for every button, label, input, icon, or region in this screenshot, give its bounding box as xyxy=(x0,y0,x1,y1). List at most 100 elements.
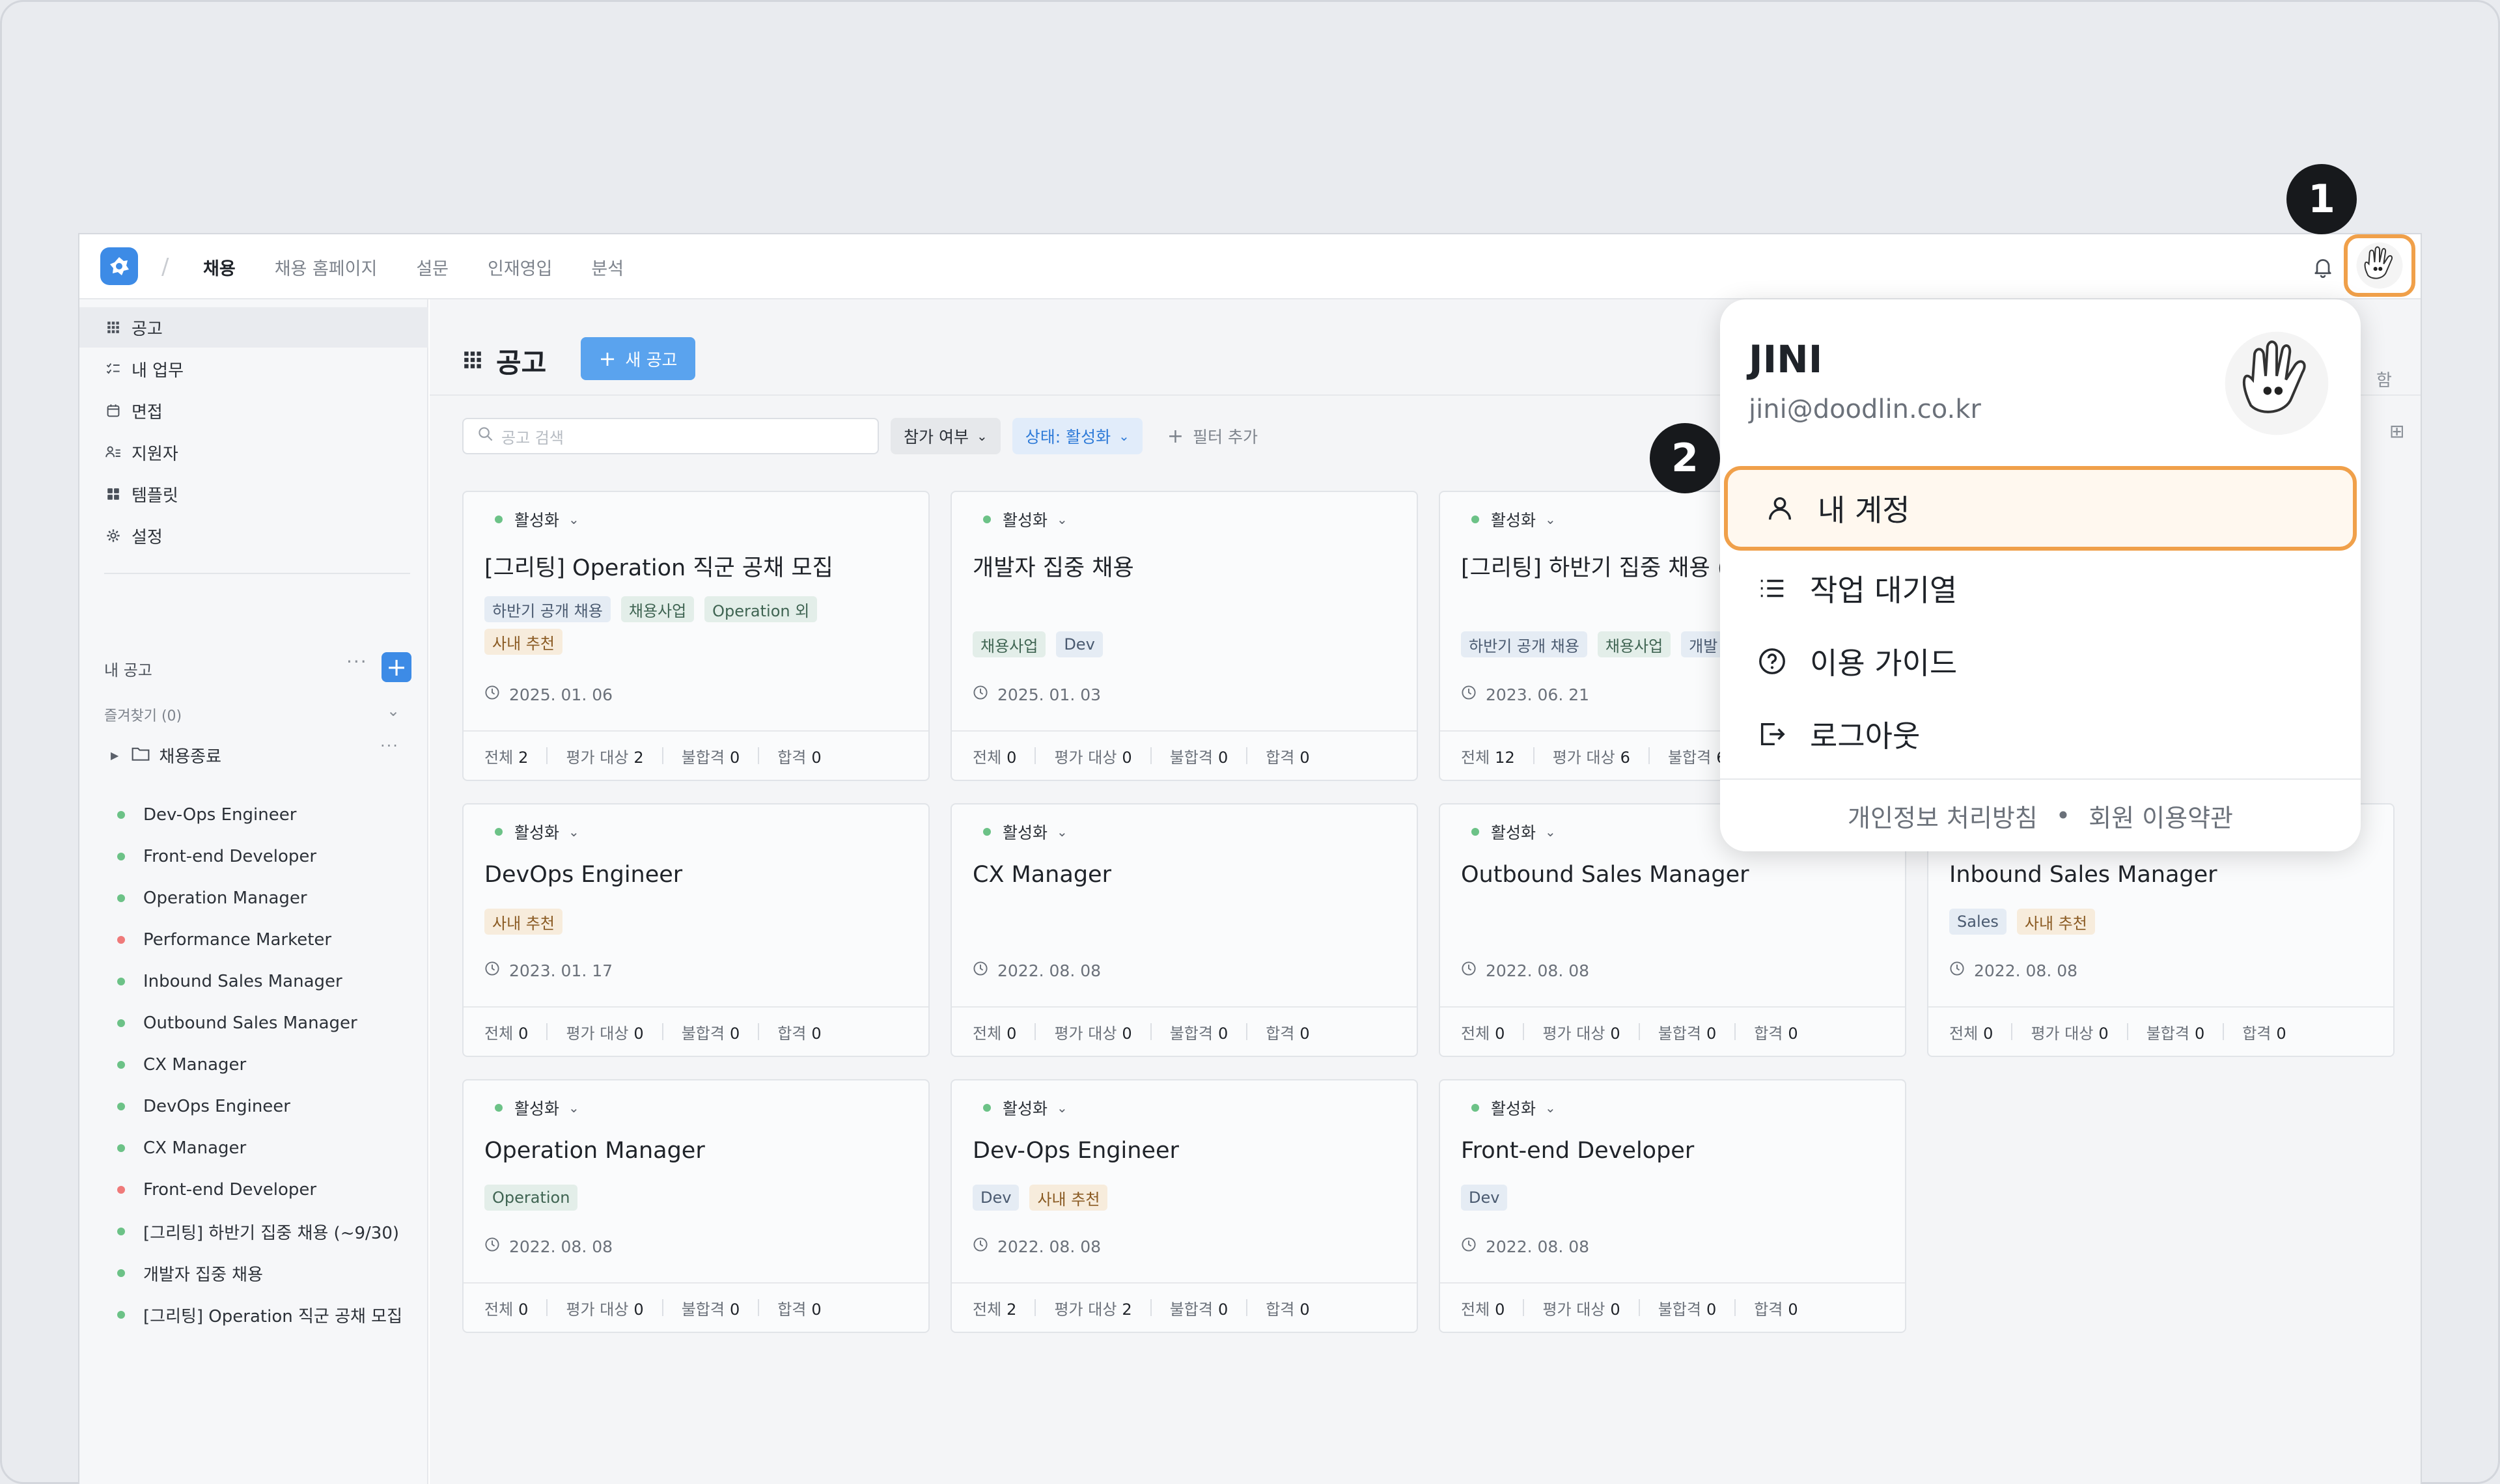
nav-tab-career-site[interactable]: 채용 홈페이지 xyxy=(275,254,378,280)
filter-status-dropdown[interactable]: 상태: 활성화 ⌄ xyxy=(1012,418,1143,454)
new-job-button[interactable]: + 새 공고 xyxy=(581,337,695,380)
privacy-policy-link[interactable]: 개인정보 처리방침 xyxy=(1848,798,2038,834)
job-card[interactable]: 활성화 ⌄ 개발자 집중 채용 채용사업 Dev 2025. 01. 03 전체 0 평가 대상… xyxy=(951,491,1418,781)
chevron-down-icon[interactable]: ⌄ xyxy=(387,702,400,720)
menu-item-logout[interactable]: 로그아웃 xyxy=(1720,698,2361,771)
sidebar-job-item[interactable]: Inbound Sales Manager xyxy=(104,961,402,1002)
job-card[interactable]: 활성화 ⌄ DevOps Engineer 사내 추천 2023. 01. 17 전체 0 평… xyxy=(462,803,930,1057)
add-filter-button[interactable]: + 필터 추가 xyxy=(1154,418,1271,454)
status-dropdown[interactable]: 활성화 ⌄ xyxy=(495,820,579,844)
nav-tab-analytics[interactable]: 분석 xyxy=(591,254,624,280)
job-card[interactable]: 활성화 ⌄ Dev-Ops Engineer Dev 사내 추천 2022. 08. 08… xyxy=(951,1079,1418,1333)
tag-list: 사내 추천 xyxy=(484,909,901,935)
stat-value: 0 xyxy=(729,1024,740,1043)
dropdown-footer: 개인정보 처리방침 • 회원 이용약관 xyxy=(1720,778,2361,851)
user-avatar-button[interactable] xyxy=(2344,234,2415,297)
sidebar-job-item[interactable]: Dev-Ops Engineer xyxy=(104,794,402,836)
status-dot xyxy=(117,1186,125,1194)
status-dropdown[interactable]: 활성화 ⌄ xyxy=(983,820,1068,844)
folder-closed-jobs[interactable]: ▶ 채용종료 xyxy=(104,743,221,767)
sidebar-job-item[interactable]: Front-end Developer xyxy=(104,836,402,877)
job-card-stats: 전체 0 평가 대상 0 불합격 0 합격 0 xyxy=(1440,1006,1905,1056)
status-dot xyxy=(117,1061,125,1069)
sidebar-job-item[interactable]: DevOps Engineer xyxy=(104,1086,402,1127)
sidebar-item-my-tasks[interactable]: 내 업무 xyxy=(79,349,428,389)
nav-tab-sourcing[interactable]: 인재영입 xyxy=(488,254,552,280)
stat-value: 0 xyxy=(729,1300,740,1319)
sidebar-item-label: 지원자 xyxy=(132,444,178,464)
job-card-date: 2022. 08. 08 xyxy=(973,1237,1101,1256)
nav-tab-recruit[interactable]: 채용 xyxy=(203,254,236,280)
calendar-icon xyxy=(104,402,122,420)
sidebar-job-item[interactable]: [그리팅] Operation 직군 공채 모집 xyxy=(104,1294,402,1336)
stat-divider xyxy=(1638,1299,1640,1316)
sidebar-job-item[interactable]: CX Manager xyxy=(104,1127,402,1169)
sidebar-job-item[interactable]: Front-end Developer xyxy=(104,1169,402,1211)
chevron-down-icon: ⌄ xyxy=(1545,1100,1556,1116)
stat-eval: 평가 대상 2 xyxy=(566,745,643,767)
status-dropdown[interactable]: 활성화 ⌄ xyxy=(983,1096,1068,1120)
menu-item-task-queue[interactable]: 작업 대기열 xyxy=(1720,552,2361,625)
sidebar-job-item[interactable]: Performance Marketer xyxy=(104,919,402,961)
status-dropdown[interactable]: 활성화 ⌄ xyxy=(495,508,579,531)
hand-avatar-icon xyxy=(2356,242,2403,289)
stat-label: 합격 xyxy=(1754,1024,1783,1043)
job-card-stats: 전체 0 평가 대상 0 불합격 0 합격 0 xyxy=(464,1282,928,1332)
status-dropdown[interactable]: 활성화 ⌄ xyxy=(1471,508,1556,531)
clock-icon xyxy=(1461,685,1477,704)
menu-item-label: 작업 대기열 xyxy=(1810,573,1958,608)
job-card[interactable]: 활성화 ⌄ CX Manager 2022. 08. 08 전체 0 평가 대상 0 불합격 0 합… xyxy=(951,803,1418,1057)
stat-eval: 평가 대상 6 xyxy=(1553,745,1630,767)
sidebar-job-item[interactable]: Outbound Sales Manager xyxy=(104,1002,402,1044)
sidebar-item-applicants[interactable]: 지원자 xyxy=(79,432,428,473)
stat-total: 전체 2 xyxy=(484,745,528,767)
status-dropdown[interactable]: 활성화 ⌄ xyxy=(1471,820,1556,844)
job-card[interactable]: 활성화 ⌄ Operation Manager Operation 2022. 08. … xyxy=(462,1079,930,1333)
folder-more-icon[interactable]: ··· xyxy=(380,737,399,755)
sidebar-item-label: 내 업무 xyxy=(132,361,184,381)
stat-total: 전체 0 xyxy=(484,1297,528,1319)
sidebar-job-item[interactable]: Operation Manager xyxy=(104,877,402,919)
stat-label: 평가 대상 xyxy=(566,1300,629,1319)
sidebar-job-label: Operation Manager xyxy=(143,888,307,908)
bell-icon[interactable] xyxy=(2311,255,2335,279)
sidebar-job-item[interactable]: [그리팅] 하반기 집중 채용 (~9/30) xyxy=(104,1211,402,1252)
status-label: 활성화 xyxy=(1003,511,1048,530)
filter-participation-dropdown[interactable]: 참가 여부 ⌄ xyxy=(891,418,1001,454)
stat-value: 0 xyxy=(1299,1300,1310,1319)
status-label: 활성화 xyxy=(514,511,560,530)
status-dropdown[interactable]: 활성화 ⌄ xyxy=(1471,1096,1556,1120)
app-logo-icon[interactable] xyxy=(100,247,138,285)
menu-item-my-account[interactable]: 내 계정 xyxy=(1724,466,2357,551)
job-card-date: 2025. 01. 06 xyxy=(484,685,613,704)
job-card-date: 2022. 08. 08 xyxy=(973,961,1101,980)
status-dropdown[interactable]: 활성화 ⌄ xyxy=(983,508,1068,531)
job-card[interactable]: 활성화 ⌄ [그리팅] Operation 직군 공채 모집 하반기 공개 채용 채용사… xyxy=(462,491,930,781)
stat-label: 합격 xyxy=(1266,748,1295,767)
my-jobs-more-icon[interactable]: ··· xyxy=(346,651,368,672)
sidebar-job-item[interactable]: CX Manager xyxy=(104,1044,402,1086)
view-grid-icon[interactable]: ⊞ xyxy=(2389,420,2404,442)
stat-divider xyxy=(2011,1023,2013,1040)
job-tag: 사내 추천 xyxy=(1029,1185,1108,1211)
stat-divider xyxy=(1523,1023,1525,1040)
sidebar-item-jobs[interactable]: 공고 xyxy=(79,307,428,348)
sidebar-item-settings[interactable]: 설정 xyxy=(79,515,428,556)
sidebar-item-interview[interactable]: 면접 xyxy=(79,391,428,431)
menu-item-user-guide[interactable]: 이용 가이드 xyxy=(1720,625,2361,698)
add-job-button[interactable]: + xyxy=(382,652,411,682)
status-dropdown[interactable]: 활성화 ⌄ xyxy=(495,1096,579,1120)
stat-label: 전체 xyxy=(973,1300,1002,1319)
status-dot xyxy=(117,1311,125,1319)
job-card-date: 2022. 08. 08 xyxy=(1949,961,2077,980)
nav-tab-survey[interactable]: 설문 xyxy=(416,254,449,280)
stat-pass: 합격 0 xyxy=(2242,1021,2286,1043)
job-search-input[interactable]: 공고 검색 xyxy=(462,418,879,454)
sidebar-item-templates[interactable]: 템플릿 xyxy=(79,474,428,514)
sidebar-job-item[interactable]: 개발자 집중 채용 xyxy=(104,1252,402,1294)
terms-link[interactable]: 회원 이용약관 xyxy=(2089,798,2233,834)
step-badge-2: 2 xyxy=(1650,423,1720,493)
job-card[interactable]: 활성화 ⌄ Front-end Developer Dev 2022. 08. 08 전체… xyxy=(1439,1079,1906,1333)
job-tag: 채용사업 xyxy=(1597,631,1671,657)
stat-divider xyxy=(661,747,663,764)
